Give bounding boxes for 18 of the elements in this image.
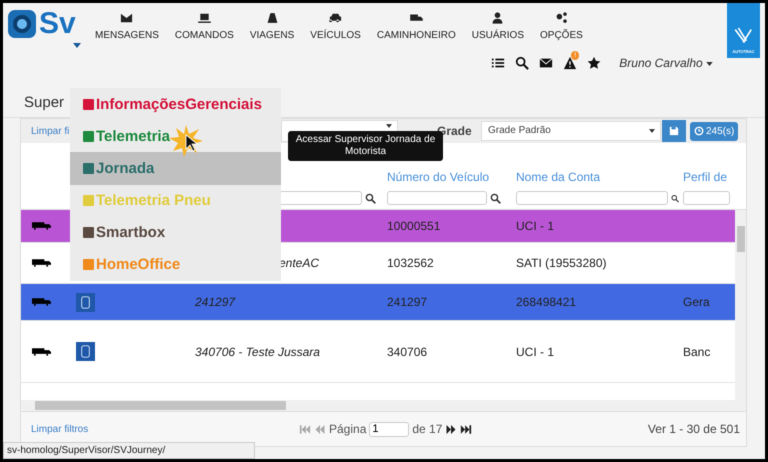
table-cell: UCI - 1 (516, 344, 554, 358)
record-range: Ver 1 - 30 de 501 (648, 422, 740, 436)
table-cell: 340706 (387, 344, 428, 358)
table-cell: UCI - 1 (516, 219, 554, 233)
table-cell: 1032562 (387, 256, 434, 270)
status-url: sv-homolog/SuperVisor/SVJourney/ (3, 442, 255, 459)
table-cell: SATI (19553280) (516, 256, 606, 270)
table-cell: 340706 - Teste Jussara (195, 344, 320, 358)
table-cell: 241297 (195, 295, 236, 309)
page-total: de 17 (412, 422, 442, 436)
page-title: Super (24, 94, 64, 111)
tooltip: Acessar Supervisor Jornada de Motorista (288, 131, 443, 161)
table-cell: Banc (683, 344, 710, 358)
table-cell: 10000551 (387, 219, 440, 233)
page-label: Página (329, 422, 366, 436)
table-cell: 241297 (387, 295, 428, 309)
table-cell: 268498421 (516, 295, 576, 309)
table-cell: Gera (683, 295, 710, 309)
